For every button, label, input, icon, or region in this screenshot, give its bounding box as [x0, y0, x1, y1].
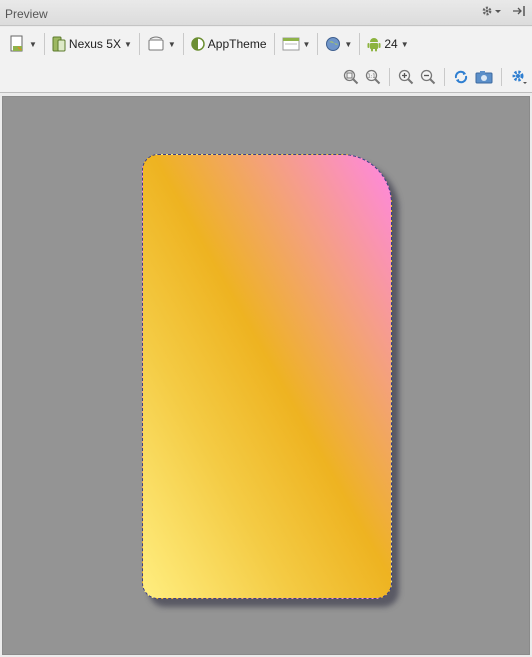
settings-icon[interactable] — [510, 68, 528, 86]
device-preview-gradient-shape[interactable] — [142, 154, 392, 599]
preview-title-bar: Preview — [0, 0, 532, 26]
separator — [389, 67, 390, 86]
orientation-selector[interactable]: ▼ — [143, 31, 180, 57]
android-icon — [367, 36, 381, 52]
orientation-icon — [147, 36, 165, 52]
hide-icon[interactable] — [512, 4, 526, 18]
separator — [182, 33, 184, 55]
device-icon — [52, 36, 66, 52]
theme-label: AppTheme — [207, 37, 267, 51]
refresh-icon[interactable] — [453, 69, 469, 85]
chevron-down-icon: ▼ — [167, 39, 176, 49]
separator — [138, 33, 140, 55]
activity-icon — [282, 37, 300, 51]
separator — [317, 33, 319, 55]
activity-selector[interactable]: ▼ — [278, 31, 315, 57]
locale-icon — [325, 36, 341, 52]
separator — [43, 33, 45, 55]
api-level-selector[interactable]: 24 ▼ — [363, 31, 412, 57]
chevron-down-icon: ▼ — [344, 39, 353, 49]
zoom-toolbar: 1:1 — [0, 61, 532, 93]
panel-title: Preview — [5, 7, 48, 21]
gear-icon[interactable] — [480, 4, 502, 18]
zoom-to-fit-icon[interactable] — [343, 69, 359, 85]
screenshot-icon[interactable] — [475, 69, 493, 85]
theme-selector[interactable]: AppTheme — [187, 31, 271, 57]
api-level-label: 24 — [384, 37, 398, 51]
locale-selector[interactable]: ▼ — [321, 31, 356, 57]
title-bar-actions — [480, 4, 526, 18]
chevron-down-icon: ▼ — [123, 39, 132, 49]
config-toolbar: ▼ Nexus 5X ▼ ▼ AppTheme ▼ ▼ 24 ▼ — [0, 27, 532, 61]
chevron-down-icon: ▼ — [29, 39, 37, 49]
device-label: Nexus 5X — [68, 37, 121, 51]
theme-icon — [191, 37, 205, 51]
design-surface-button[interactable]: ▼ — [6, 31, 41, 57]
separator — [501, 67, 502, 86]
separator — [444, 67, 445, 86]
svg-text:1:1: 1:1 — [367, 73, 375, 79]
zoom-in-icon[interactable] — [398, 69, 414, 85]
device-selector[interactable]: Nexus 5X ▼ — [48, 31, 136, 57]
zoom-out-icon[interactable] — [420, 69, 436, 85]
design-surface-icon — [10, 35, 26, 53]
separator — [273, 33, 275, 55]
chevron-down-icon: ▼ — [400, 39, 409, 49]
actual-size-icon[interactable]: 1:1 — [365, 69, 381, 85]
separator — [359, 33, 361, 55]
chevron-down-icon: ▼ — [302, 39, 311, 49]
